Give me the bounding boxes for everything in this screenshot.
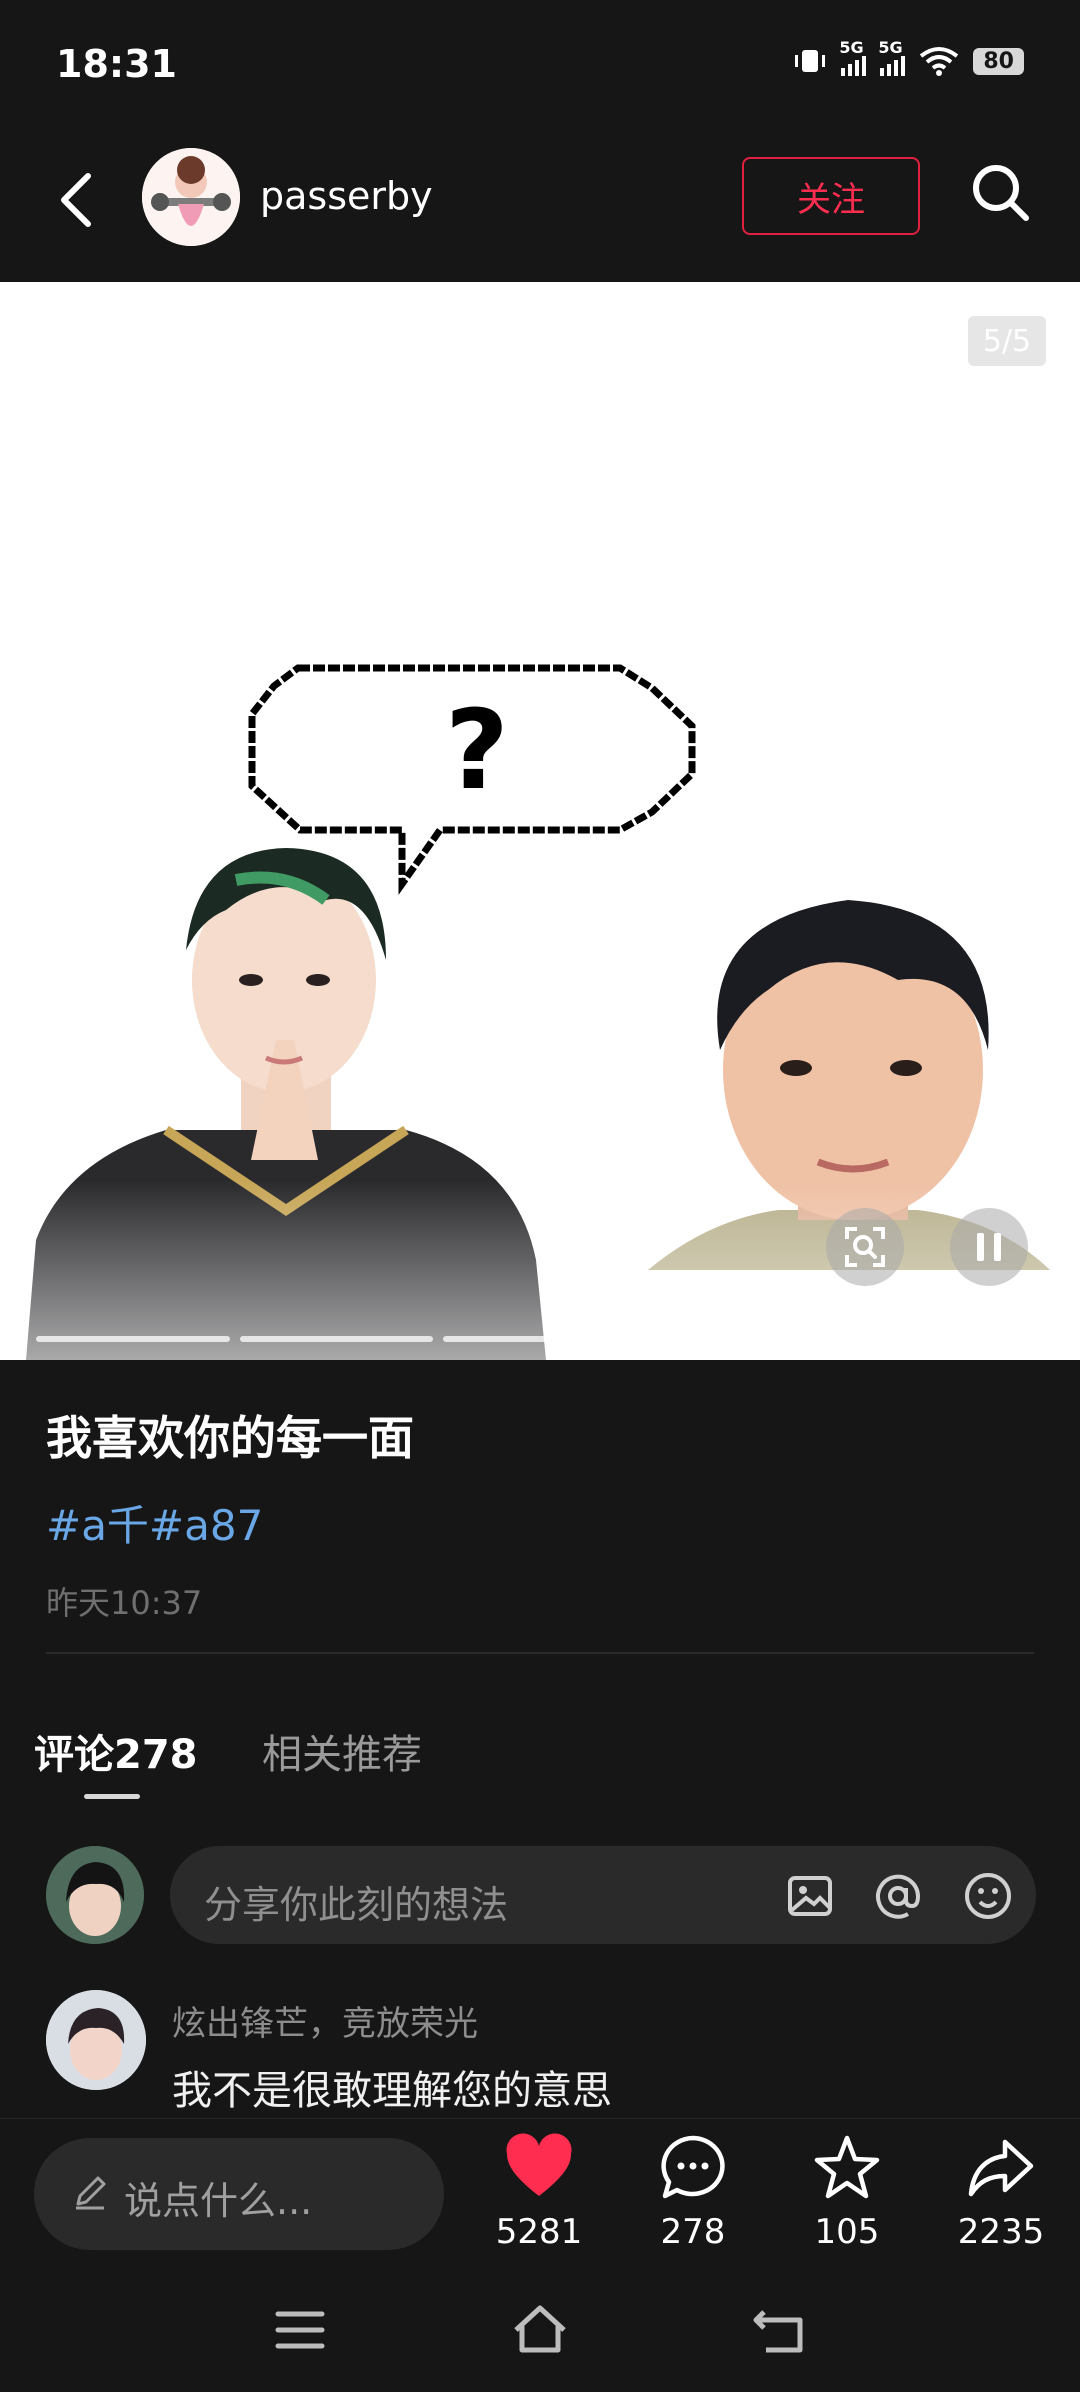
- progress-segment: [850, 1336, 1044, 1342]
- menu-icon[interactable]: [270, 2300, 330, 2360]
- say-something-placeholder[interactable]: 说点什么...: [124, 2170, 312, 2225]
- slide-progress: [36, 1336, 1044, 1344]
- like-count: 5281: [495, 2212, 583, 2252]
- image-icon[interactable]: [784, 1870, 836, 1922]
- home-icon[interactable]: [510, 2300, 570, 2360]
- progress-segment: [36, 1336, 230, 1342]
- image-search-button[interactable]: [826, 1208, 904, 1286]
- comment-bubble-icon: [661, 2135, 725, 2199]
- favorite-button[interactable]: 105: [782, 2132, 912, 2252]
- divider: [46, 1652, 1034, 1654]
- status-icons: 5G 5G 80: [793, 38, 1024, 76]
- comment-count: 278: [660, 2212, 726, 2252]
- back-nav-icon[interactable]: [750, 2300, 810, 2360]
- progress-segment: [239, 1336, 434, 1342]
- comment-author-avatar[interactable]: [46, 1990, 146, 2090]
- progress-segment: [443, 1336, 637, 1342]
- post-hashtags[interactable]: #a千#a87: [46, 1492, 263, 1553]
- scan-search-icon: [845, 1227, 885, 1267]
- at-icon[interactable]: [872, 1870, 924, 1922]
- tab-related[interactable]: 相关推荐: [262, 1722, 422, 1780]
- author-avatar[interactable]: [142, 148, 240, 246]
- wifi-icon: [920, 47, 959, 76]
- like-button[interactable]: 5281: [474, 2132, 604, 2252]
- share-count: 2235: [957, 2212, 1045, 2252]
- status-time: 18:31: [56, 42, 177, 86]
- pause-icon: [977, 1233, 1001, 1261]
- pause-button[interactable]: [950, 1208, 1028, 1286]
- vibrate-icon: [795, 50, 826, 72]
- search-icon[interactable]: [968, 160, 1032, 224]
- star-icon: [814, 2135, 880, 2199]
- battery-indicator: 80: [973, 47, 1024, 75]
- heart-icon: [506, 2133, 572, 2196]
- active-tab-indicator: [84, 1794, 140, 1799]
- current-user-avatar: [46, 1846, 144, 1944]
- share-arrow-icon: [968, 2139, 1034, 2197]
- media-gradient: [0, 1180, 1080, 1360]
- page-counter: 5/5: [968, 316, 1046, 366]
- progress-segment: [646, 1336, 841, 1342]
- comment-author-name[interactable]: 炫出锋芒，竞放荣光: [172, 1996, 478, 2045]
- comment-text: 我不是很敢理解您的意思: [172, 2068, 612, 2114]
- post-date: 昨天10:37: [46, 1584, 203, 1622]
- svg-text:?: ?: [445, 686, 509, 814]
- signal-2-icon: 5G: [878, 38, 906, 76]
- emoji-icon[interactable]: [962, 1870, 1014, 1922]
- signal-1-icon: 5G: [839, 38, 867, 76]
- follow-button[interactable]: 关注: [742, 157, 920, 235]
- favorite-count: 105: [814, 2212, 880, 2252]
- pencil-icon: [76, 2176, 106, 2210]
- comment-input-placeholder[interactable]: 分享你此刻的想法: [204, 1874, 508, 1929]
- tab-comments[interactable]: 评论278: [34, 1722, 198, 1780]
- comment-button[interactable]: 278: [628, 2132, 758, 2252]
- back-button[interactable]: [54, 170, 98, 230]
- share-button[interactable]: 2235: [936, 2132, 1066, 2252]
- author-username[interactable]: passerby: [260, 174, 433, 218]
- post-title: 我喜欢你的每一面: [46, 1411, 414, 1465]
